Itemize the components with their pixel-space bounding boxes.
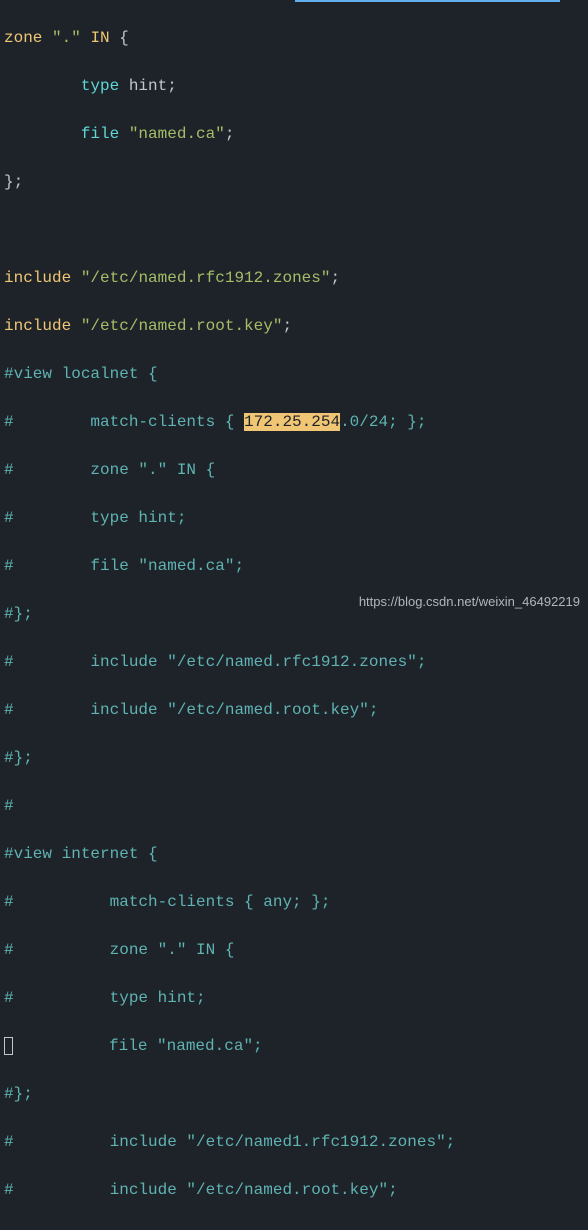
keyword-include: include xyxy=(4,269,71,287)
code-line: # include "/etc/named.rfc1912.zones"; xyxy=(4,650,584,674)
keyword-in: IN xyxy=(90,29,109,47)
keyword-file: file xyxy=(81,125,119,143)
comment-file-named2: file "named.ca"; xyxy=(13,1037,263,1055)
code-line: zone "." IN { xyxy=(4,26,584,50)
code-line: # match-clients { any; }; xyxy=(4,890,584,914)
code-line: # include "/etc/named.root.key"; xyxy=(4,698,584,722)
semicolon: ; xyxy=(330,269,340,287)
keyword-type: type xyxy=(81,77,119,95)
code-line: # file "named.ca"; xyxy=(4,554,584,578)
code-line: # xyxy=(4,794,584,818)
string-dot: "." xyxy=(52,29,81,47)
cursor-icon xyxy=(4,1037,13,1055)
brace: { xyxy=(119,29,129,47)
comment-view-internet: #view internet { xyxy=(4,845,158,863)
code-line: # include "/etc/named.root.key"; xyxy=(4,1178,584,1202)
code-line: include "/etc/named.rfc1912.zones"; xyxy=(4,266,584,290)
watermark-text: https://blog.csdn.net/weixin_46492219 xyxy=(359,592,580,612)
code-line: # include "/etc/named1.rfc1912.zones"; xyxy=(4,1130,584,1154)
comment-brace-close: #}; xyxy=(4,1085,33,1103)
string-named-ca: "named.ca" xyxy=(129,125,225,143)
code-line: # match-clients { 172.25.254.0/24; }; xyxy=(4,410,584,434)
code-line: include "/etc/named.root.key"; xyxy=(4,314,584,338)
code-line: }; xyxy=(4,170,584,194)
code-line: # zone "." IN { xyxy=(4,458,584,482)
comment-type-hint: # type hint; xyxy=(4,509,186,527)
code-line: file "named.ca"; xyxy=(4,1034,584,1058)
code-line-empty xyxy=(4,218,584,242)
keyword-zone: zone xyxy=(4,29,42,47)
comment-brace-close: #}; xyxy=(4,749,33,767)
comment-match-clients-suffix: .0/24; }; xyxy=(340,413,426,431)
code-editor[interactable]: zone "." IN { type hint; file "named.ca"… xyxy=(4,2,584,1230)
code-line: # type hint; xyxy=(4,986,584,1010)
code-line: type hint; xyxy=(4,74,584,98)
comment-zone-in: # zone "." IN { xyxy=(4,461,215,479)
comment-include-zones: # include "/etc/named.rfc1912.zones"; xyxy=(4,653,426,671)
semicolon: ; xyxy=(282,317,292,335)
code-line: #view internet { xyxy=(4,842,584,866)
string-path-rootkey: "/etc/named.root.key" xyxy=(81,317,283,335)
comment-file-named: # file "named.ca"; xyxy=(4,557,244,575)
comment-zone-in2: # zone "." IN { xyxy=(4,941,234,959)
value-hint: hint xyxy=(129,77,167,95)
comment-space-brace-close: # }; xyxy=(4,1229,42,1230)
code-line: # type hint; xyxy=(4,506,584,530)
semicolon: ; xyxy=(225,125,235,143)
string-path-zones: "/etc/named.rfc1912.zones" xyxy=(81,269,331,287)
highlighted-ip: 172.25.254 xyxy=(244,413,340,431)
comment-match-any: # match-clients { any; }; xyxy=(4,893,330,911)
brace-close: }; xyxy=(4,173,23,191)
code-line: #}; xyxy=(4,746,584,770)
comment-match-clients-prefix: # match-clients { xyxy=(4,413,244,431)
keyword-include: include xyxy=(4,317,71,335)
code-line: # }; xyxy=(4,1226,584,1230)
comment-hash: # xyxy=(4,797,14,815)
comment-type-hint2: # type hint; xyxy=(4,989,206,1007)
comment-include-rootkey: # include "/etc/named.root.key"; xyxy=(4,701,378,719)
comment-include-zones1: # include "/etc/named1.rfc1912.zones"; xyxy=(4,1133,455,1151)
code-line: #view localnet { xyxy=(4,362,584,386)
code-line: # zone "." IN { xyxy=(4,938,584,962)
code-line: #}; xyxy=(4,1082,584,1106)
code-line: file "named.ca"; xyxy=(4,122,584,146)
tab-indicator xyxy=(295,0,560,2)
comment-brace-close: #}; xyxy=(4,605,33,623)
comment-view-localnet: #view localnet { xyxy=(4,365,158,383)
semicolon: ; xyxy=(167,77,177,95)
comment-include-rootkey2: # include "/etc/named.root.key"; xyxy=(4,1181,398,1199)
